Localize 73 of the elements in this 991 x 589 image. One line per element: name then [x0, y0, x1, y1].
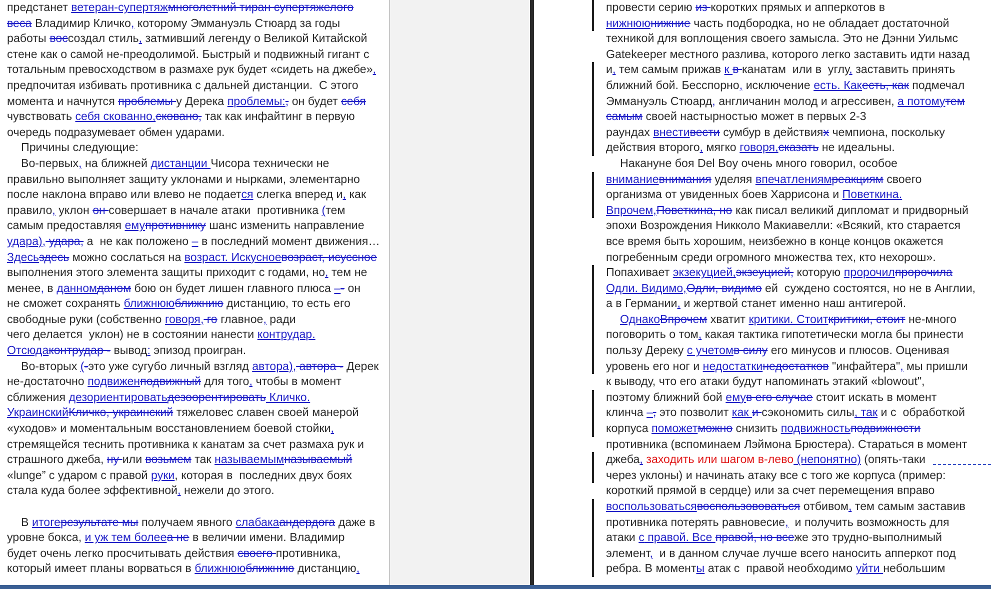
text-line: Накануне боя Del Boy очень много говорил, особое [619, 156, 898, 172]
text-line: стремящейся теснить противника к канатам за счет размаха рук и [6, 436, 364, 452]
text-line: противника потерять равновесие, и получить возможность для [592, 514, 950, 530]
text-line: очередь подразумевает обмен ударами. [6, 124, 225, 140]
text-line: атаки с правой. Все правой, но всеже это трудно-выполнимый [592, 530, 942, 546]
text-line: который имеет планы ворваться в ближнююближнию дистанцию, [6, 561, 360, 577]
text-line: свободные руки (собственно говоря, го главное, ради [6, 312, 296, 328]
text-line: самым предоставляя емупротивнику шанс изменить направление [6, 218, 364, 234]
text-line: после наклона вправо или влево не подается слегка вперед и, как [6, 187, 366, 203]
text-line: все время быть хорошим, неизбежно в конце концов окажется [605, 234, 944, 250]
text-line: правило, уклон он совершает в начале атаки противника (тем [6, 202, 346, 218]
text-line: Попахивает экзекуцией,экзеуцией, которую пророчилпророчила [592, 265, 952, 281]
text-line: поэтому ближний бой емув его случае стоит искать в момент [592, 390, 937, 406]
text-line: предстанет ветеран-супертяжмноголетний тиран супертяжелого [6, 0, 354, 16]
text-line: джеба, заходить или шагом в-лево (непонятно) (опять-таки [592, 452, 926, 468]
text-line: УкраинскийКличко, украинский тяжеловес славен своей манерой [6, 405, 359, 422]
text-line: стала куда более эффективной, нежели до этого. [6, 483, 274, 499]
text-line: самым своей настырностью может в первых 2-3 [592, 109, 866, 125]
text-line: погребенным среди огромного множества тех, кто нехорош». [605, 250, 936, 266]
text-line: уровне бокса, и уж тем болееа не в величии имени. Владимир [6, 530, 345, 546]
text-line: Эммануэль Стюард, англичанин молод и агрессивен, а потомутем [592, 94, 965, 110]
text-line: Во-вторых (-это уже сугубо личный взгляд автора), автора - Дерек [20, 358, 379, 374]
text-line: организма от увиденных боев Харрисона и Поветкина. [592, 187, 902, 203]
text-line: чего делается уклон) не в состоянии нанести контрудар. [6, 327, 316, 344]
text-line: ближний бой. Бесспорно, исключение есть. Какесть, как подмечал [592, 78, 965, 94]
text-line: поговорить о том, какая тактика гипотетически могла бы принести [592, 327, 964, 344]
text-line: работы воссоздал стиль, затмивший легенду о Великой Китайской [6, 31, 368, 47]
text-line: клинча –, это позволит как и сэкономить силы, так и с обработкой [592, 405, 965, 422]
text-line: и, тем самым прижав к в канатам или в углу, заставить принять [592, 62, 956, 78]
text-line: сближения дезориентироватьдезоорентировать Кличко. [6, 390, 310, 406]
text-line: Gatekeeper местного разлива, которого легко заставить идти назад [605, 46, 970, 62]
text-line: через уклоны) и начинать атаку все с того же корпуса (пример: [592, 468, 946, 484]
text-line: ОднакоВпрочем хватит критики. Стоиткритики, стоит не-много [592, 312, 956, 328]
text-line: Одли. Видимо,Одли, видимо ей суждено состоятся, но не в Англии, [592, 280, 976, 296]
text-line: противника (вспоминаем Лэймона Брюстера). Стараться в момент [605, 436, 968, 452]
text-line: нижнююнижние часть подбородка, но не обладает достаточной [592, 16, 950, 32]
text-line: корпуса поможетможно снизить подвижностьподвижности [592, 421, 921, 437]
text-line: «уходов» и моментальным восстановлением боевой стойки, [6, 421, 334, 437]
text-line: ребра. В моменты атак с правой необходимо уйти небольшим [592, 561, 946, 577]
text-line: чувствовать себя скованно,сковано, так как инфайтинг в первую [6, 109, 355, 125]
text-line: выполнения этого элемента защиты приходит с годами, но, тем не [6, 265, 368, 281]
text-line: Причины следующие: [20, 140, 138, 156]
text-line: не-достаточно подвиженподвижный для того, чтобы в момент [6, 374, 342, 390]
text-line: момента и начнутся проблемы у Дерека проблемы:, он будет себя [6, 94, 366, 110]
text-line: к выводу, что его атаки будут напоминать этакий «blowout", [605, 374, 925, 390]
text-line: а в Германии, и жертвой станет именно наш антигерой. [592, 296, 906, 312]
text-line: будет очень легко просчитывать действия своего противника, [6, 546, 341, 562]
text-line: Отсюдаконтрудар - вывод: эпизод проигран. [6, 343, 246, 359]
text-line: короткий прямой в сердце) или за счет перемещения вправо [605, 483, 935, 499]
text-line: вниманиевнимания уделяя впечатлениямреакциям своего [592, 172, 922, 188]
text-line: удара), удара, а не как положено – в последний момент движения… [6, 234, 380, 250]
text-line: предпочитая избивать противника с дальней дистанции. С этого [6, 78, 358, 94]
text-line: элемент, и в данном случае лучше всего наносить апперкот под [592, 546, 956, 562]
text-line: раундах внестивести сумбур в действиях чемпиона, поскольку [592, 124, 945, 140]
text-line: стене как о самой не-преодолимой. Быстрый и подвижный гигант с [6, 46, 370, 62]
text-line: воспользоватьсявоспользововаться отбивом, тем самым заставив [592, 499, 966, 515]
text-line: Во-первых, на ближней дистанции Чисора технически не [20, 156, 330, 172]
text-line: эпохи Возрождения Никколо Макиавелли: «Всякий, кто старается [605, 218, 961, 234]
text-line: тотальным превосходством в размахе рук будет «сидеть на джебе», [6, 62, 376, 78]
text-line: Впрочем,Поветкина, но как писал великий дипломат и придворный [592, 202, 968, 218]
text-line: Здесьздесь можно сослаться на возраст. Искусноевозраст, исуссное [6, 250, 377, 266]
text-line: страшного джеба, ну или возьмем так называемымназываемый [6, 452, 352, 468]
text-line: менее, в данномданом бою он будет лишен главного плюса –- он [6, 280, 361, 296]
text-line: уровень его ног и недостаткинедостатков "инфайтера", мы пришли [592, 358, 968, 374]
text-line: техникой для воплощения своего замысла. Это не Дэнни Уильмс [605, 31, 958, 47]
text-line: В итогерезультате мы получаем явного слабакаандердога даже в [20, 514, 376, 530]
text-line: пользу Дереку с учетомв силу его минусов и плюсов. Оценивая [592, 343, 950, 359]
text-line: провести серию из коротких прямых и апперкотов в [592, 0, 886, 16]
text-line: не сможет сохранять ближнююближнию дистанцию, то есть его [6, 296, 350, 312]
text-line: веса Владимир Кличко, которому Эммануэль Стюард за годы [6, 16, 340, 32]
text-line: действия второго, мягко говоря,сказать не идеальны. [592, 140, 895, 156]
text-line: правильно выполняет защиту уклонами и нырками, элементарно [6, 172, 360, 188]
text-line: «lunge” с ударом с правой руки, которая в последних двух боях [6, 468, 352, 484]
